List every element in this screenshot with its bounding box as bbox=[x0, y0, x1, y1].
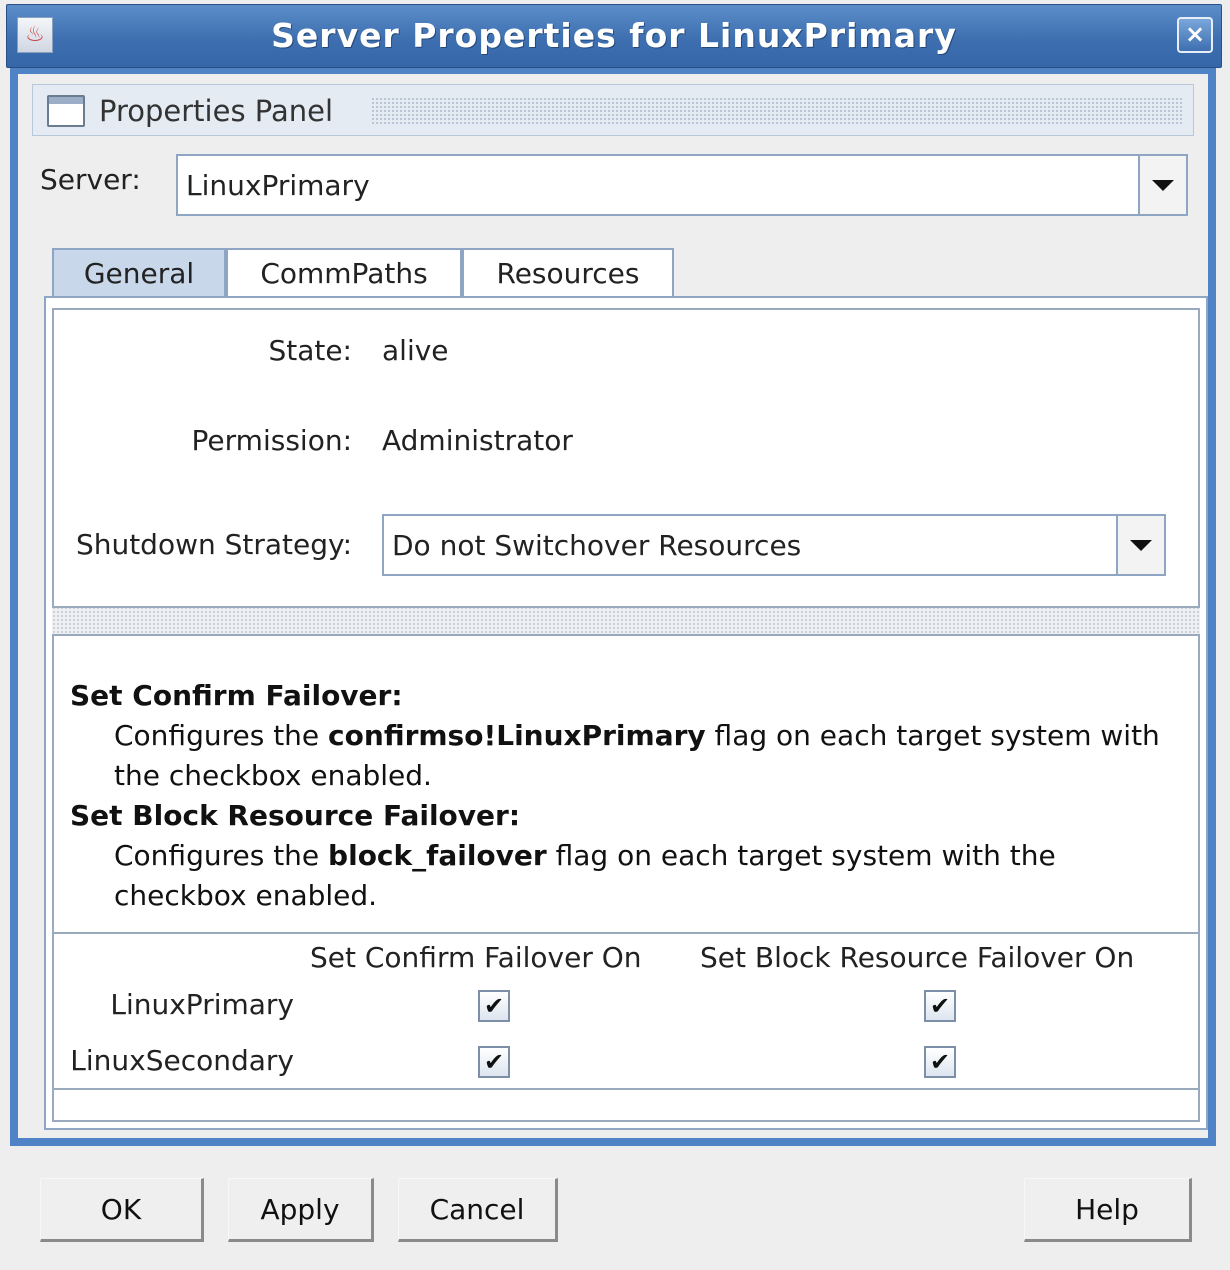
state-label: State: bbox=[268, 334, 352, 367]
panel-header-texture bbox=[371, 97, 1183, 125]
column-header-confirm-failover: Set Confirm Failover On bbox=[310, 941, 642, 974]
window-title: Server Properties for LinuxPrimary bbox=[271, 16, 957, 55]
tab-commpaths[interactable]: CommPaths bbox=[226, 248, 462, 298]
block-failover-text-pre: Configures the bbox=[114, 839, 329, 872]
properties-panel-header: Properties Panel bbox=[32, 84, 1194, 136]
server-status-section: State: alive Permission: Administrator S… bbox=[52, 308, 1200, 608]
help-button[interactable]: Help bbox=[1024, 1178, 1192, 1242]
block-failover-flag: block_failover bbox=[328, 839, 547, 872]
column-header-block-failover: Set Block Resource Failover On bbox=[700, 941, 1135, 974]
failover-help-text: Set Confirm Failover: Configures the con… bbox=[70, 676, 1170, 916]
tab-general[interactable]: General bbox=[52, 248, 226, 298]
apply-button[interactable]: Apply bbox=[228, 1178, 374, 1242]
state-value: alive bbox=[382, 334, 449, 367]
split-pane-divider[interactable] bbox=[52, 608, 1200, 634]
confirm-failover-flag: confirmso!LinuxPrimary bbox=[328, 719, 706, 752]
block-failover-checkbox-linuxprimary[interactable]: ✔ bbox=[924, 990, 956, 1022]
confirm-failover-checkbox-linuxprimary[interactable]: ✔ bbox=[478, 990, 510, 1022]
block-failover-heading: Set Block Resource Failover: bbox=[70, 799, 521, 832]
table-top-divider bbox=[54, 932, 1198, 934]
failover-section: Set Confirm Failover: Configures the con… bbox=[52, 634, 1200, 1122]
close-button[interactable]: × bbox=[1177, 17, 1213, 53]
permission-value: Administrator bbox=[382, 424, 573, 457]
general-tab-panel: State: alive Permission: Administrator S… bbox=[44, 296, 1208, 1130]
row-label-linuxsecondary: LinuxSecondary bbox=[70, 1044, 294, 1077]
panel-title: Properties Panel bbox=[99, 94, 334, 128]
confirm-failover-text-pre: Configures the bbox=[114, 719, 329, 752]
shutdown-strategy-label: Shutdown Strategy: bbox=[75, 528, 352, 561]
java-cup-icon: ♨ bbox=[17, 17, 53, 53]
ok-button[interactable]: OK bbox=[40, 1178, 204, 1242]
shutdown-strategy-select[interactable]: Do not Switchover Resources bbox=[382, 514, 1166, 576]
server-label: Server: bbox=[40, 163, 141, 196]
server-select-value: LinuxPrimary bbox=[186, 168, 370, 202]
row-label-linuxprimary: LinuxPrimary bbox=[110, 988, 294, 1021]
confirm-failover-heading: Set Confirm Failover: bbox=[70, 679, 403, 712]
confirm-failover-checkbox-linuxsecondary[interactable]: ✔ bbox=[478, 1046, 510, 1078]
chevron-down-icon[interactable] bbox=[1138, 156, 1186, 214]
table-bottom-divider bbox=[54, 1088, 1198, 1090]
server-select[interactable]: LinuxPrimary bbox=[176, 154, 1188, 216]
permission-label: Permission: bbox=[191, 424, 352, 457]
tab-resources[interactable]: Resources bbox=[462, 248, 674, 298]
shutdown-strategy-value: Do not Switchover Resources bbox=[392, 528, 802, 562]
cancel-button[interactable]: Cancel bbox=[398, 1178, 558, 1242]
title-bar[interactable]: ♨ Server Properties for LinuxPrimary × bbox=[6, 4, 1222, 68]
chevron-down-icon[interactable] bbox=[1116, 516, 1164, 574]
window-icon bbox=[47, 95, 85, 127]
dialog-content: Properties Panel Server: LinuxPrimary Ge… bbox=[18, 74, 1208, 1138]
block-failover-checkbox-linuxsecondary[interactable]: ✔ bbox=[924, 1046, 956, 1078]
server-properties-dialog: ♨ Server Properties for LinuxPrimary × P… bbox=[0, 0, 1230, 1270]
